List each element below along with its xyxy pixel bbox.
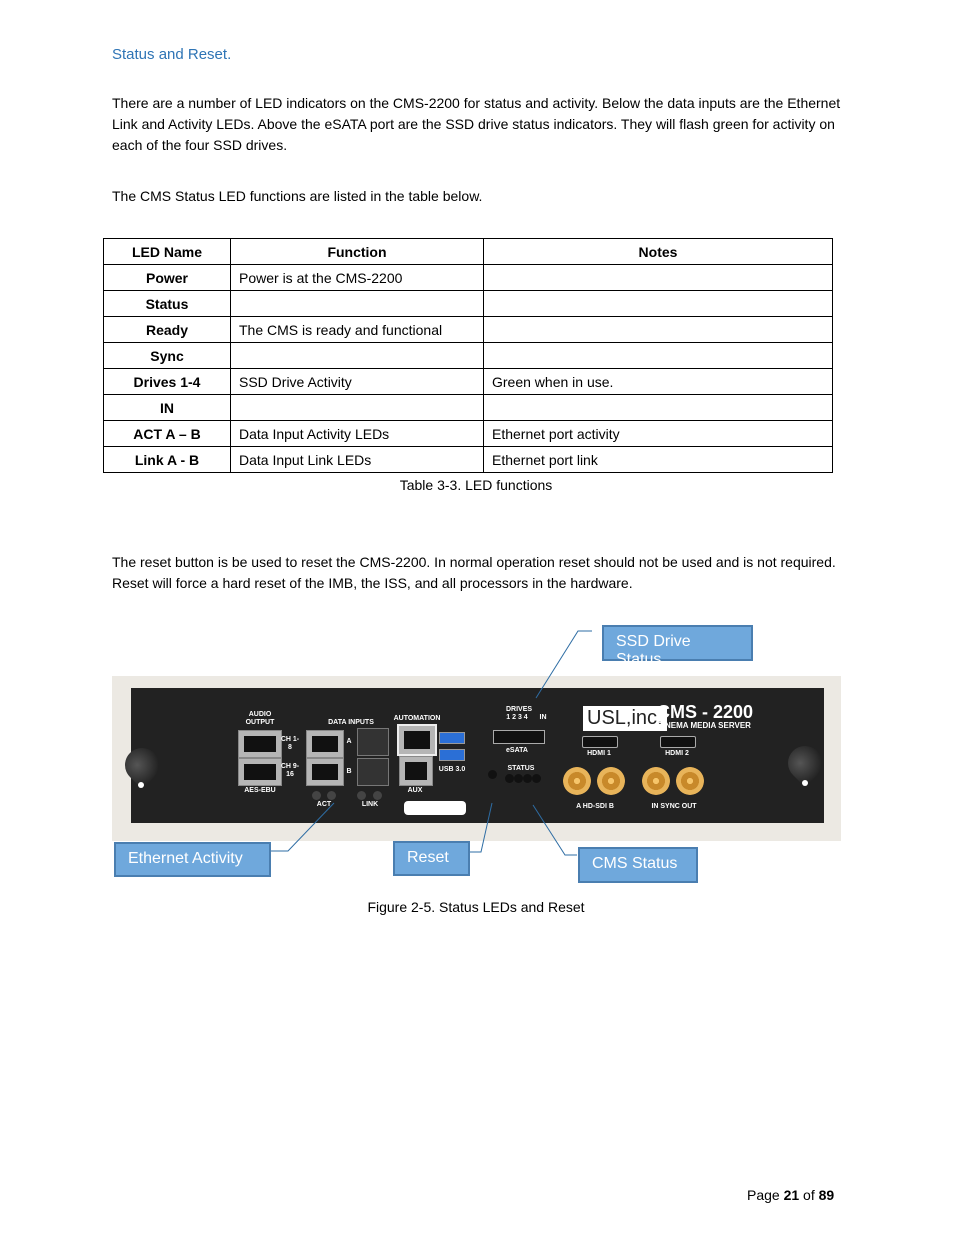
leader-ethernet-activity	[271, 802, 335, 852]
callout-ssd-drive-status: SSD Drive Status	[602, 625, 753, 668]
total-pages: 89	[818, 1187, 835, 1203]
leader-ssd-drive-status	[535, 630, 592, 699]
page-footer: Page 21 of 89	[747, 1187, 834, 1203]
current-page: 21	[783, 1187, 800, 1203]
callout-cms-status: CMS Status	[578, 847, 698, 883]
leader-cms-status	[532, 804, 577, 856]
leader-reset	[470, 802, 493, 853]
callout-ethernet-activity: Ethernet Activity	[114, 842, 271, 877]
footer-of: of	[799, 1187, 819, 1203]
footer-prefix: Page	[747, 1187, 784, 1203]
callout-leader-lines	[271, 630, 592, 856]
callout-reset: Reset	[393, 841, 470, 876]
figure-caption: Figure 2-5. Status LEDs and Reset	[367, 899, 585, 915]
